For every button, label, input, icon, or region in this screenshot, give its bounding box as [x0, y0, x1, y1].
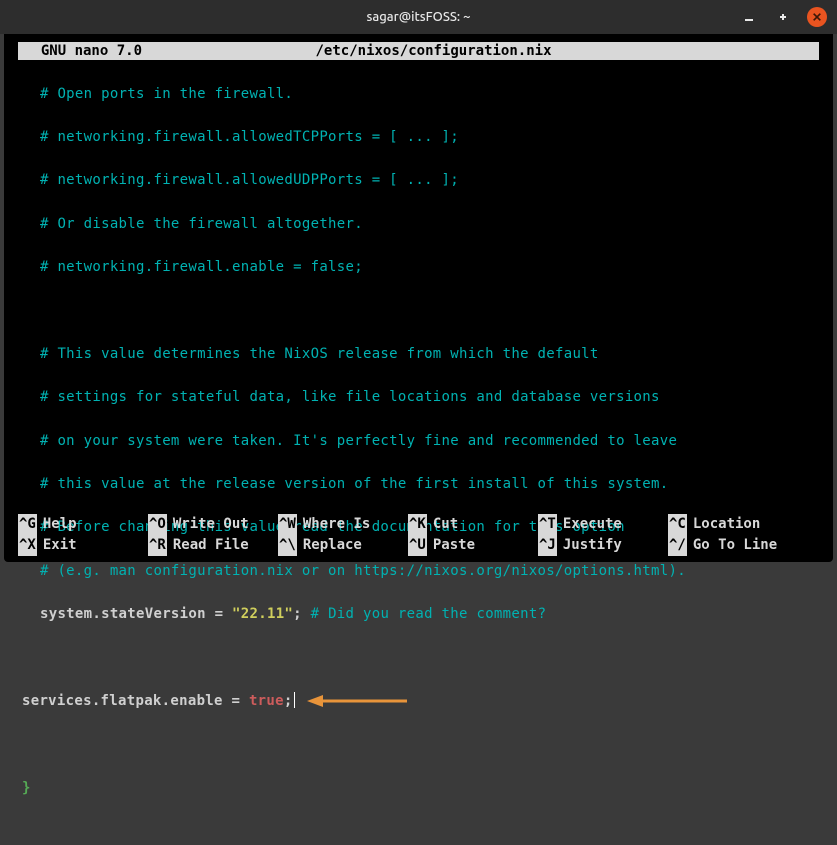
shortcut-exit[interactable]: ^XExit [18, 535, 148, 556]
nano-file-path: /etc/nixos/configuration.nix [142, 43, 725, 59]
shortcut-key: ^X [18, 535, 37, 556]
code-equals: = [223, 693, 249, 709]
editor-content[interactable]: # Open ports in the firewall. # networki… [18, 60, 819, 845]
window-controls [739, 7, 827, 27]
shortcut-row: ^XExit ^RRead File ^\Replace ^UPaste ^JJ… [18, 535, 819, 556]
window-title: sagar@itsFOSS: ~ [366, 10, 470, 24]
minimize-icon [743, 11, 755, 23]
comment-line: # on your system were taken. It's perfec… [40, 433, 677, 449]
shortcut-justify[interactable]: ^JJustify [538, 535, 668, 556]
code-brace: } [22, 780, 31, 796]
maximize-icon [777, 11, 789, 23]
shortcut-writeout[interactable]: ^OWrite Out [148, 514, 278, 535]
shortcut-replace[interactable]: ^\Replace [278, 535, 408, 556]
shortcut-label: Justify [557, 535, 622, 556]
shortcut-label: Location [687, 514, 760, 535]
shortcut-whereis[interactable]: ^WWhere Is [278, 514, 408, 535]
shortcut-key: ^/ [668, 535, 687, 556]
annotation-arrow-icon [307, 693, 407, 709]
shortcut-key: ^T [538, 514, 557, 535]
code-string: "22.11" [232, 606, 293, 622]
shortcut-cut[interactable]: ^KCut [408, 514, 538, 535]
code-semicolon: ; [293, 606, 302, 622]
shortcut-label: Exit [37, 535, 77, 556]
comment-line: # networking.firewall.enable = false; [40, 259, 363, 275]
shortcut-readfile[interactable]: ^RRead File [148, 535, 278, 556]
shortcut-key: ^C [668, 514, 687, 535]
comment-line: # (e.g. man configuration.nix or on http… [40, 563, 686, 579]
close-icon [812, 12, 822, 22]
shortcut-key: ^O [148, 514, 167, 535]
shortcut-label: Help [37, 514, 77, 535]
comment-line: # Open ports in the firewall. [40, 86, 293, 102]
shortcut-label: Read File [167, 535, 249, 556]
shortcut-execute[interactable]: ^TExecute [538, 514, 668, 535]
comment-line: # settings for stateful data, like file … [40, 389, 660, 405]
code-identifier: system.stateVersion [40, 606, 206, 622]
code-boolean: true [249, 693, 284, 709]
maximize-button[interactable] [773, 7, 793, 27]
shortcut-label: Paste [427, 535, 475, 556]
shortcut-key: ^J [538, 535, 557, 556]
close-button[interactable] [807, 7, 827, 27]
code-semicolon: ; [284, 693, 293, 709]
comment-line: # networking.firewall.allowedTCPPorts = … [40, 129, 459, 145]
shortcut-label: Go To Line [687, 535, 777, 556]
comment-line: # this value at the release version of t… [40, 476, 668, 492]
nano-shortcut-bar: ^GHelp ^OWrite Out ^WWhere Is ^KCut ^TEx… [18, 514, 819, 556]
shortcut-key: ^W [278, 514, 297, 535]
text-cursor [294, 692, 295, 708]
nano-app-name: GNU nano 7.0 [22, 43, 142, 59]
shortcut-label: Replace [297, 535, 362, 556]
shortcut-row: ^GHelp ^OWrite Out ^WWhere Is ^KCut ^TEx… [18, 514, 819, 535]
shortcut-location[interactable]: ^CLocation [668, 514, 798, 535]
shortcut-paste[interactable]: ^UPaste [408, 535, 538, 556]
comment-line: # This value determines the NixOS releas… [40, 346, 599, 362]
nano-header: GNU nano 7.0 /etc/nixos/configuration.ni… [18, 42, 819, 60]
shortcut-key: ^R [148, 535, 167, 556]
code-identifier: services.flatpak.enable [22, 693, 223, 709]
shortcut-key: ^U [408, 535, 427, 556]
comment-inline: # Did you read the comment? [302, 606, 546, 622]
terminal-body[interactable]: GNU nano 7.0 /etc/nixos/configuration.ni… [0, 34, 837, 566]
comment-line: # Or disable the firewall altogether. [40, 216, 363, 232]
window-titlebar[interactable]: sagar@itsFOSS: ~ [0, 0, 837, 34]
shortcut-key: ^K [408, 514, 427, 535]
shortcut-key: ^\ [278, 535, 297, 556]
shortcut-gotoline[interactable]: ^/Go To Line [668, 535, 798, 556]
code-equals: = [206, 606, 232, 622]
terminal-window: sagar@itsFOSS: ~ GNU nano 7.0 /etc/nixos… [0, 0, 837, 566]
comment-line: # networking.firewall.allowedUDPPorts = … [40, 172, 459, 188]
shortcut-label: Where Is [297, 514, 370, 535]
shortcut-label: Execute [557, 514, 622, 535]
shortcut-help[interactable]: ^GHelp [18, 514, 148, 535]
shortcut-label: Write Out [167, 514, 249, 535]
minimize-button[interactable] [739, 7, 759, 27]
shortcut-label: Cut [427, 514, 458, 535]
shortcut-key: ^G [18, 514, 37, 535]
